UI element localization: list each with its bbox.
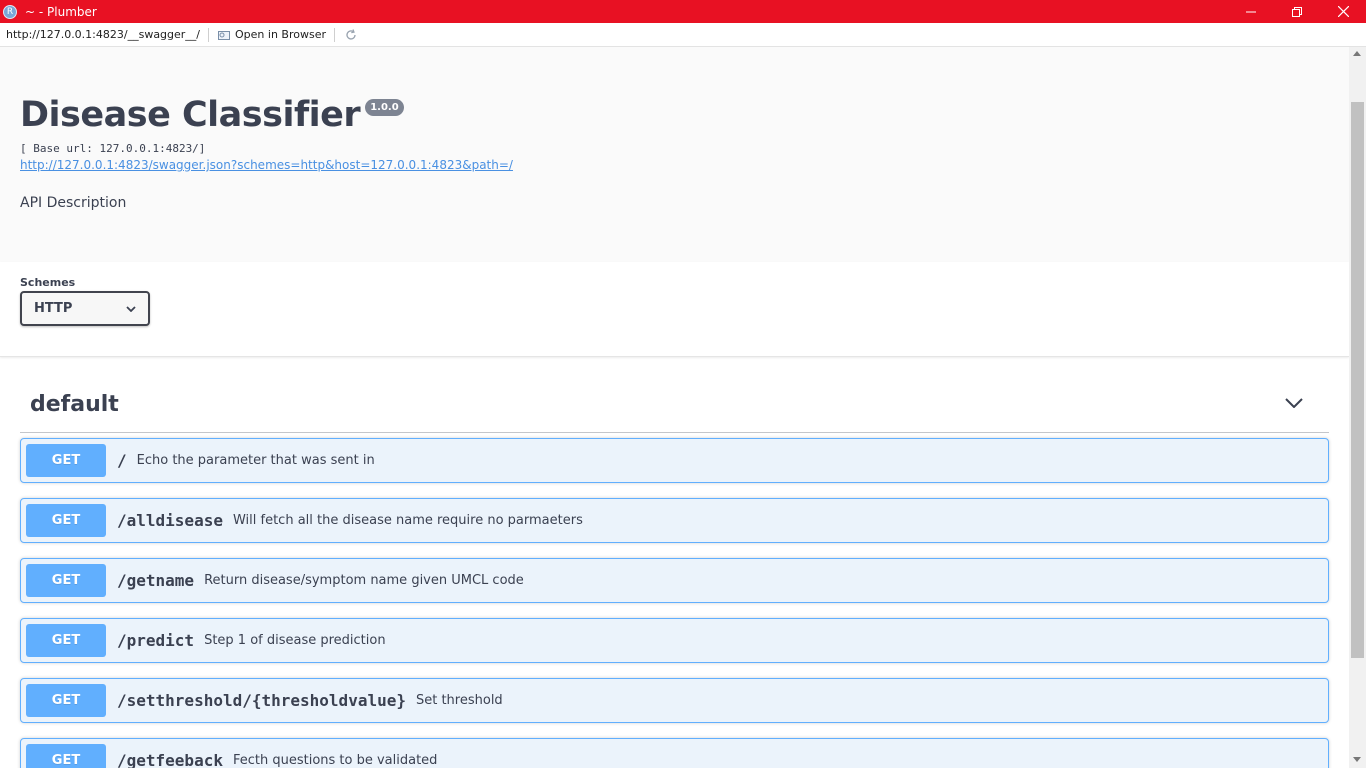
window-controls [1228, 0, 1366, 23]
tag-name: default [30, 392, 119, 417]
method-badge: GET [26, 564, 106, 597]
vertical-scrollbar[interactable] [1349, 47, 1366, 768]
operation-get-setthreshold[interactable]: GET /setthreshold/{thresholdvalue} Set t… [20, 678, 1329, 723]
operation-path: / [117, 451, 127, 470]
close-icon [1337, 6, 1349, 17]
restore-button[interactable] [1274, 0, 1320, 23]
r-app-icon: R [3, 4, 17, 19]
divider [334, 27, 335, 42]
swagger-json-link[interactable]: http://127.0.0.1:4823/swagger.json?schem… [20, 158, 513, 172]
operation-path: /setthreshold/{thresholdvalue} [117, 691, 406, 710]
schemes-select[interactable]: HTTP [20, 291, 150, 326]
schemes-section: Schemes HTTP [0, 262, 1349, 357]
operation-get-root[interactable]: GET / Echo the parameter that was sent i… [20, 438, 1329, 483]
refresh-button[interactable] [343, 27, 359, 43]
page-title: Disease Classifier [20, 95, 361, 135]
address-bar: http://127.0.0.1:4823/__swagger__/ Open … [0, 23, 1366, 47]
method-badge: GET [26, 684, 106, 717]
scroll-thumb[interactable] [1351, 102, 1364, 658]
open-in-browser-button[interactable]: Open in Browser [217, 28, 326, 41]
operation-get-getname[interactable]: GET /getname Return disease/symptom name… [20, 558, 1329, 603]
operation-summary: Echo the parameter that was sent in [136, 453, 375, 468]
operation-get-predict[interactable]: GET /predict Step 1 of disease predictio… [20, 618, 1329, 663]
chevron-down-icon [126, 305, 136, 312]
operation-get-getfeeback[interactable]: GET /getfeeback Fecth questions to be va… [20, 738, 1329, 768]
operation-summary: Return disease/symptom name given UMCL c… [204, 573, 524, 588]
operation-path: /predict [117, 631, 195, 650]
base-url: [ Base url: 127.0.0.1:4823/] [20, 142, 206, 155]
operation-summary: Will fetch all the disease name require … [232, 513, 583, 528]
operation-path: /getname [117, 571, 195, 590]
method-badge: GET [26, 444, 106, 477]
api-description: API Description [20, 195, 127, 211]
operation-get-alldisease[interactable]: GET /alldisease Will fetch all the disea… [20, 498, 1329, 543]
minimize-button[interactable] [1228, 0, 1274, 23]
window-title: ~ - Plumber [25, 4, 97, 19]
restore-icon [1292, 6, 1302, 17]
method-badge: GET [26, 624, 106, 657]
scroll-down-icon[interactable] [1353, 757, 1361, 762]
operation-summary: Step 1 of disease prediction [204, 633, 386, 648]
operation-path: /alldisease [117, 511, 223, 530]
operation-summary: Set threshold [415, 693, 503, 708]
title-bar: R ~ - Plumber [0, 0, 1366, 23]
close-button[interactable] [1320, 0, 1366, 23]
chevron-down-icon[interactable] [1285, 397, 1303, 408]
tag-header-default[interactable]: default [20, 357, 1329, 433]
schemes-selected-value: HTTP [34, 301, 73, 316]
schemes-label: Schemes [20, 276, 76, 289]
open-in-browser-label: Open in Browser [235, 28, 326, 41]
title-row: Disease Classifier 1.0.0 [20, 95, 404, 135]
tag-section: default [20, 357, 1329, 433]
minimize-icon [1246, 11, 1256, 12]
url-text[interactable]: http://127.0.0.1:4823/__swagger__/ [6, 28, 200, 41]
operation-path: /getfeeback [117, 751, 223, 768]
swagger-page: Disease Classifier 1.0.0 [ Base url: 127… [0, 47, 1349, 768]
method-badge: GET [26, 744, 106, 768]
scroll-up-icon[interactable] [1353, 51, 1361, 56]
version-badge: 1.0.0 [365, 99, 404, 116]
refresh-icon [346, 28, 356, 40]
api-info: Disease Classifier 1.0.0 [ Base url: 127… [0, 47, 1349, 262]
operation-summary: Fecth questions to be validated [232, 753, 438, 768]
method-badge: GET [26, 504, 106, 537]
divider [208, 27, 210, 42]
open-browser-icon [218, 30, 231, 40]
